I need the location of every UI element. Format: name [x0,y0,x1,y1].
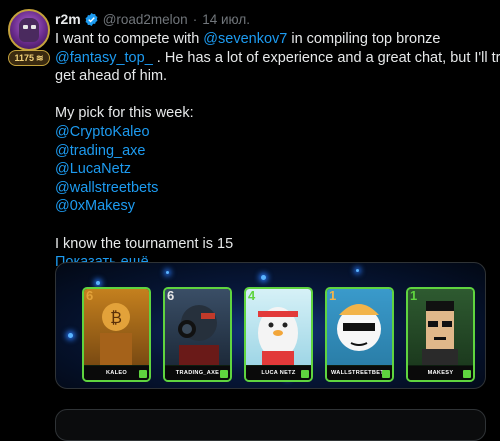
score-badge-icon: ≋ [35,52,44,63]
bitcoin-figure-icon: ₿ [100,303,132,365]
separator-dot: · [192,11,198,27]
card-row: ₿ 6 KALEO 6 TRADING_AXE 4 LUCA NETZ 1 WA… [82,287,475,382]
sparkle [261,275,266,280]
mention-wallstreetbets[interactable]: @wallstreetbets [55,179,485,198]
card-portrait [246,289,311,365]
avatar-face [19,18,39,42]
mention-trading-axe[interactable]: @trading_axe [55,142,485,161]
card-rarity-number: 1 [410,288,418,303]
score-badge: 1175 ≋ [8,50,50,66]
card-corner-icon [139,370,147,378]
avatar[interactable] [8,9,50,51]
svg-text:₿: ₿ [110,308,122,327]
sparkle [166,271,169,274]
tweet-media-image[interactable]: ₿ 6 KALEO 6 TRADING_AXE 4 LUCA NETZ 1 WA… [55,262,486,389]
penguin-figure-icon [258,307,298,365]
card-rarity-number: 6 [167,288,175,303]
card-corner-icon [382,370,390,378]
sparkle [96,281,100,285]
tweet-line-2: @fantasy_top_ . He has a lot of experien… [55,49,500,68]
wsb-figure-icon [337,304,381,351]
tweet-line-1: I want to compete with @sevenkov7 in com… [55,30,485,49]
tweet-line-3: get ahead of him. [55,68,168,85]
card-portrait [408,289,473,365]
player-card-luca-netz[interactable]: 4 LUCA NETZ [244,287,313,382]
tweet-text-segment: I want to compete with [55,31,204,47]
avatar-eye-right [31,25,36,29]
mention-sevenkov7[interactable]: @sevenkov7 [203,31,287,47]
card-rarity-number: 4 [248,288,256,303]
card-corner-icon [301,370,309,378]
tweet-text-segment: . He has a lot of experience and a great… [152,49,500,66]
avatar-eye-left [23,25,28,29]
card-portrait [165,289,230,365]
player-card-wallstreetbets[interactable]: 1 WALLSTREETBETS [325,287,394,382]
sparkle [356,269,359,272]
card-portrait: ₿ [84,289,149,365]
mention-cryptokaleo[interactable]: @CryptoKaleo [55,123,485,142]
tweet-header: r2m @road2melon · 14 июл. [55,10,250,28]
user-avatar-block[interactable]: 1175 ≋ [8,9,50,66]
pick-heading: My pick for this week: [55,105,194,122]
player-card-kaleo[interactable]: ₿ 6 KALEO [82,287,151,382]
mention-fantasy-top[interactable]: @fantasy_top_ [55,50,153,66]
quoted-content-preview[interactable] [55,409,486,441]
card-rarity-number: 6 [86,288,94,303]
sparkle [68,333,73,338]
player-card-trading-axe[interactable]: 6 TRADING_AXE [163,287,232,382]
mention-lucanetz[interactable]: @LucaNetz [55,160,485,179]
card-corner-icon [463,370,471,378]
display-name[interactable]: r2m [55,11,81,27]
player-card-makesy[interactable]: 1 MAKESY [406,287,475,382]
tweet-text: I want to compete with @sevenkov7 in com… [55,30,500,272]
verified-badge-icon [85,12,98,26]
robot-figure-icon [178,305,219,365]
card-corner-icon [220,370,228,378]
score-badge-count: 1175 [14,53,34,63]
card-portrait [327,289,392,365]
user-handle[interactable]: @road2melon [103,12,188,27]
card-rarity-number: 1 [329,288,337,303]
mention-0xmakesy[interactable]: @0xMakesy [55,197,485,216]
closing-line: I know the tournament is 15 [55,235,234,252]
pixel-punk-figure-icon [422,301,458,365]
tweet-date[interactable]: 14 июл. [202,12,250,27]
tweet-text-segment: in compiling top bronze [287,31,441,47]
